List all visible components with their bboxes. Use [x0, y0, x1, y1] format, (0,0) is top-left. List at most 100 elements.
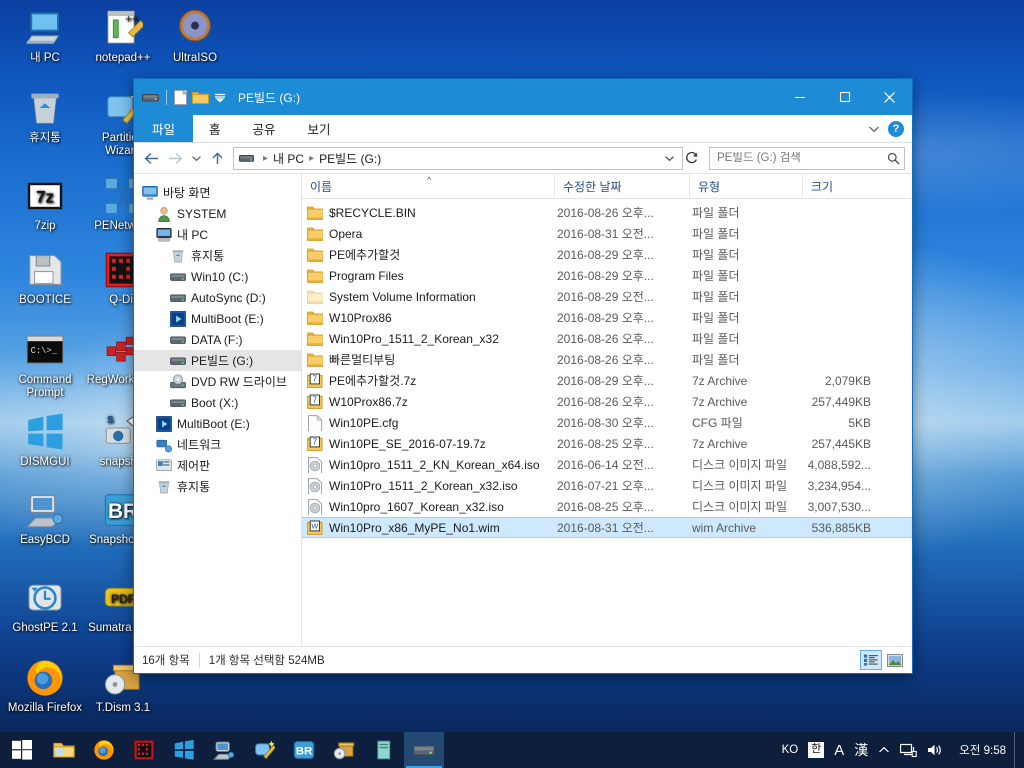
nav-item-바탕화면[interactable]: 바탕 화면 — [134, 182, 301, 203]
table-row[interactable]: 빠른멀티부팅 2016-08-26 오후... 파일 폴더 — [302, 349, 912, 370]
file-list[interactable]: $RECYCLE.BIN 2016-08-26 오후... 파일 폴더 Opera 20… — [302, 199, 912, 646]
file-name-cell[interactable]: System Volume Information — [302, 289, 554, 305]
folder-icon[interactable] — [192, 90, 209, 104]
table-row[interactable]: Win10Pro_1511_2_Korean_x32.iso 2016-07-21… — [302, 475, 912, 496]
tab-file[interactable]: 파일 — [134, 115, 194, 142]
desktop-icon-sevenzip[interactable]: 7z 7zip — [6, 176, 84, 233]
table-row[interactable]: W Win10Pro_x86_MyPE_No1.wim 2016-08-31 오전.… — [302, 517, 912, 538]
ime-alpha-indicator[interactable]: A — [829, 742, 849, 759]
file-name-cell[interactable]: Program Files — [302, 268, 554, 284]
maximize-icon[interactable] — [822, 79, 867, 115]
back-arrow-icon[interactable] — [140, 147, 162, 169]
table-row[interactable]: System Volume Information 2016-08-29 오전..… — [302, 286, 912, 307]
file-name-cell[interactable]: Win10pro_1607_Korean_x32.iso — [302, 498, 554, 515]
navigation-pane[interactable]: 바탕 화면 SYSTEM 내 PC 휴지통 Win10 (C:) AutoSync (D:… — [134, 174, 302, 646]
file-name-cell[interactable]: Win10Pro_1511_2_Korean_x32.iso — [302, 477, 554, 494]
nav-item-휴지통[interactable]: 휴지통 — [134, 245, 301, 266]
nav-item-PE빌드G[interactable]: PE빌드 (G:) — [134, 350, 301, 371]
table-row[interactable]: Program Files 2016-08-29 오후... 파일 폴더 — [302, 265, 912, 286]
table-row[interactable]: Win10pro_1511_2_KN_Korean_x64.iso 2016-06… — [302, 454, 912, 475]
file-name-cell[interactable]: Win10PE.cfg — [302, 414, 554, 431]
column-header-type[interactable]: 유형 — [689, 173, 802, 199]
desktop-icon-computer[interactable]: 내 PC — [6, 8, 84, 65]
file-explorer-window[interactable]: PE빌드 (G:) 파일 홈 공유 보기 ? ▸ 내 PC ▸ PE빌드 (G:… — [133, 78, 913, 674]
taskbar-item-q-dir[interactable] — [124, 732, 164, 768]
nav-item-MultiBootE[interactable]: MultiBoot (E:) — [134, 413, 301, 434]
up-arrow-icon[interactable] — [206, 147, 228, 169]
chevron-up-icon[interactable] — [873, 746, 895, 754]
ime-mode-indicator[interactable]: 한 — [803, 742, 829, 758]
column-header-size[interactable]: 크기 — [802, 173, 874, 199]
taskbar-item-partition-wizard[interactable] — [244, 732, 284, 768]
taskbar-item-firefox[interactable] — [84, 732, 124, 768]
file-name-cell[interactable]: 빠른멀티부팅 — [302, 351, 554, 368]
nav-item-SYSTEM[interactable]: SYSTEM — [134, 203, 301, 224]
taskbar-item-explorer-pe-drive[interactable] — [404, 732, 444, 768]
taskbar-items[interactable]: BR — [44, 732, 444, 768]
refresh-icon[interactable] — [685, 151, 705, 165]
taskbar-item-tdism[interactable] — [324, 732, 364, 768]
breadcrumb[interactable]: ▸ 내 PC ▸ PE빌드 (G:) — [233, 146, 683, 170]
desktop-icon-bootice[interactable]: BOOTICE — [6, 250, 84, 307]
tab-share[interactable]: 공유 — [237, 115, 292, 142]
taskbar-item-file-explorer[interactable] — [44, 732, 84, 768]
table-row[interactable]: 7 PE에추가할것.7z 2016-08-29 오후... 7z Archive 2,0… — [302, 370, 912, 391]
ime-hanja-indicator[interactable]: 漢 — [849, 740, 873, 760]
large-icons-view-icon[interactable] — [884, 650, 906, 670]
new-folder-icon[interactable] — [174, 89, 187, 105]
desktop-icon-notepadpp[interactable]: ++ notepad++ — [84, 8, 162, 65]
column-header-name[interactable]: 이름 ^ — [302, 174, 554, 199]
search-icon[interactable] — [887, 152, 900, 165]
window-controls[interactable] — [777, 79, 912, 115]
column-header-date[interactable]: 수정한 날짜 — [554, 173, 689, 199]
table-row[interactable]: PE에추가할것 2016-08-29 오후... 파일 폴더 — [302, 244, 912, 265]
file-list-pane[interactable]: 이름 ^ 수정한 날짜 유형 크기 $RECYCLE.BIN 2016-08-26… — [302, 173, 912, 646]
taskbar-item-snapshot-br[interactable]: BR — [284, 732, 324, 768]
nav-item-MultiBootE[interactable]: MultiBoot (E:) — [134, 308, 301, 329]
table-row[interactable]: Opera 2016-08-31 오전... 파일 폴더 — [302, 223, 912, 244]
close-icon[interactable] — [867, 79, 912, 115]
desktop-icon-ghostpe[interactable]: GhostPE 2.1 — [6, 578, 84, 635]
table-row[interactable]: Win10pro_1607_Korean_x32.iso 2016-08-25 오… — [302, 496, 912, 517]
file-name-cell[interactable]: PE에추가할것 — [302, 246, 554, 263]
file-name-cell[interactable]: W10Prox86 — [302, 310, 554, 326]
address-dropdown-icon[interactable] — [661, 155, 678, 162]
tab-view[interactable]: 보기 — [292, 115, 347, 142]
volume-icon[interactable] — [922, 743, 949, 757]
table-row[interactable]: 7 W10Prox86.7z 2016-08-26 오후... 7z Archive 2… — [302, 391, 912, 412]
desktop-icon-firefox[interactable]: Mozilla Firefox — [6, 658, 84, 715]
ribbon-tabs[interactable]: 파일 홈 공유 보기 ? — [134, 115, 912, 143]
table-row[interactable]: $RECYCLE.BIN 2016-08-26 오후... 파일 폴더 — [302, 202, 912, 223]
forward-arrow-icon[interactable] — [164, 147, 186, 169]
file-name-cell[interactable]: Win10pro_1511_2_KN_Korean_x64.iso — [302, 456, 554, 473]
search-box[interactable] — [709, 146, 905, 170]
file-name-cell[interactable]: Opera — [302, 226, 554, 242]
table-row[interactable]: W10Prox86 2016-08-29 오후... 파일 폴더 — [302, 307, 912, 328]
nav-item-내PC[interactable]: 내 PC — [134, 224, 301, 245]
chevron-down-icon[interactable] — [862, 115, 886, 142]
column-headers[interactable]: 이름 ^ 수정한 날짜 유형 크기 — [302, 173, 912, 199]
desktop-icon-dismgui[interactable]: DISMGUI — [6, 412, 84, 469]
system-tray[interactable]: KO 한 A 漢 오전 9:58 — [777, 732, 1024, 768]
nav-item-제어판[interactable]: 제어판 — [134, 455, 301, 476]
desktop-icon-easybcd[interactable]: EasyBCD — [6, 490, 84, 547]
taskbar-item-easybcd[interactable] — [204, 732, 244, 768]
window-title-bar[interactable]: PE빌드 (G:) — [134, 79, 912, 115]
tab-home[interactable]: 홈 — [193, 115, 237, 142]
windows-start-icon[interactable] — [0, 732, 44, 768]
file-name-cell[interactable]: $RECYCLE.BIN — [302, 205, 554, 221]
file-name-cell[interactable]: 7 Win10PE_SE_2016-07-19.7z — [302, 436, 554, 452]
nav-item-휴지통[interactable]: 휴지통 — [134, 476, 301, 497]
nav-item-Win10C[interactable]: Win10 (C:) — [134, 266, 301, 287]
breadcrumb-item-pe-drive[interactable]: PE빌드 (G:) — [319, 150, 381, 167]
minimize-icon[interactable] — [777, 79, 822, 115]
desktop-icon-command-prompt[interactable]: C:\>_ Command Prompt — [6, 330, 84, 400]
clock[interactable]: 오전 9:58 — [949, 742, 1014, 758]
search-input[interactable] — [717, 152, 887, 164]
file-name-cell[interactable]: W Win10Pro_x86_MyPE_No1.wim — [302, 520, 554, 536]
show-desktop-button[interactable] — [1014, 732, 1020, 768]
desktop[interactable]: 내 PC ++ notepad++ UltraISO 휴지통 Partition Wiza… — [0, 0, 1024, 768]
desktop-icon-cd[interactable]: UltraISO — [156, 8, 234, 65]
table-row[interactable]: 7 Win10PE_SE_2016-07-19.7z 2016-08-25 오후..… — [302, 433, 912, 454]
taskbar-item-dismgui[interactable] — [164, 732, 204, 768]
